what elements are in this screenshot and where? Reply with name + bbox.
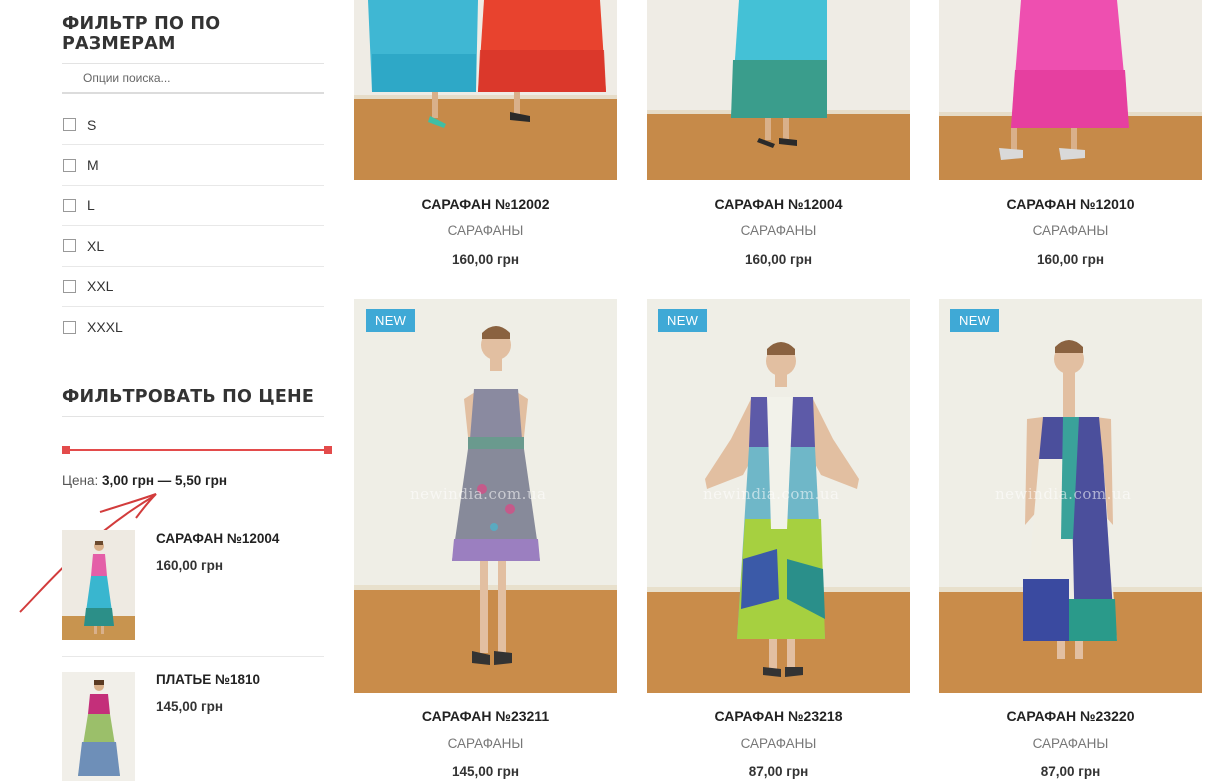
price-range-value: 3,00 грн — 5,50 грн — [101, 473, 228, 488]
new-badge: NEW — [658, 309, 708, 332]
size-option-xxl[interactable]: XXL — [62, 267, 324, 307]
product-category[interactable]: САРАФАНЫ — [354, 736, 617, 751]
price-slider-track[interactable] — [65, 449, 329, 451]
product-price: 87,00 грн — [748, 764, 809, 779]
product-image[interactable] — [354, 0, 617, 180]
price-range-readout: Цена: 3,00 грн — 5,50 грн — [62, 473, 227, 488]
product-category[interactable]: САРАФАНЫ — [647, 736, 910, 751]
size-checkbox[interactable] — [63, 320, 76, 334]
product-category[interactable]: САРАФАНЫ — [939, 223, 1202, 238]
size-label: L — [87, 197, 95, 214]
product-title[interactable]: САРАФАН №12010 — [939, 196, 1202, 212]
size-checkbox[interactable] — [63, 279, 76, 293]
product-price: 160,00 грн — [744, 252, 813, 267]
product-title[interactable]: САРАФАН №23211 — [354, 708, 617, 724]
side-product-name[interactable]: ПЛАТЬЕ №1810 — [156, 672, 260, 687]
size-label: S — [87, 116, 97, 133]
size-search-box[interactable] — [62, 64, 324, 94]
new-badge: NEW — [366, 309, 416, 332]
price-label: Цена: — [62, 473, 99, 488]
side-product-name[interactable]: САРАФАН №12004 — [156, 531, 279, 546]
size-checkbox[interactable] — [63, 118, 76, 132]
product-title[interactable]: САРАФАН №12004 — [647, 196, 910, 212]
product-image[interactable] — [939, 0, 1202, 180]
image-watermark: newindia.com.ua — [703, 485, 840, 503]
side-product-price: 160,00 грн — [156, 558, 224, 573]
product-price: 160,00 грн — [1036, 252, 1105, 267]
image-watermark: newindia.com.ua — [995, 485, 1132, 503]
side-product-divider — [62, 656, 324, 657]
size-option-l[interactable]: L — [62, 186, 324, 227]
size-checkbox[interactable] — [63, 158, 76, 172]
side-product-price: 145,00 грн — [156, 699, 224, 714]
size-filter-list: S M L XL XXL XXXL — [62, 105, 324, 347]
product-title[interactable]: САРАФАН №12002 — [354, 196, 617, 212]
product-image[interactable]: newindia.com.ua — [939, 299, 1202, 693]
size-label: XXL — [87, 278, 114, 295]
product-price: 87,00 грн — [1040, 764, 1101, 779]
product-title[interactable]: САРАФАН №23220 — [939, 708, 1202, 724]
size-option-m[interactable]: M — [62, 145, 324, 186]
size-label: XL — [87, 237, 105, 254]
size-checkbox[interactable] — [63, 239, 76, 253]
side-product-thumbnail[interactable] — [62, 530, 135, 640]
product-image[interactable]: newindia.com.ua — [647, 299, 910, 693]
product-price: 145,00 грн — [451, 764, 520, 779]
product-category[interactable]: САРАФАНЫ — [647, 223, 910, 238]
product-category[interactable]: САРАФАНЫ — [354, 223, 617, 238]
size-label: M — [87, 157, 99, 174]
product-price: 160,00 грн — [451, 252, 520, 267]
size-filter-title: ФИЛЬТР ПО ПО РАЗМЕРАМ — [62, 14, 324, 64]
product-image[interactable] — [647, 0, 910, 180]
size-label: XXXL — [87, 319, 123, 336]
size-option-xxxl[interactable]: XXXL — [62, 307, 324, 347]
size-search-input[interactable] — [62, 64, 324, 92]
price-slider-max-handle[interactable] — [324, 446, 332, 454]
size-option-xl[interactable]: XL — [62, 226, 324, 267]
product-category[interactable]: САРАФАНЫ — [939, 736, 1202, 751]
size-option-s[interactable]: S — [62, 105, 324, 146]
image-watermark: newindia.com.ua — [410, 485, 547, 503]
side-product-thumbnail[interactable] — [62, 672, 135, 781]
product-image[interactable]: newindia.com.ua — [354, 299, 617, 693]
price-filter-title: ФИЛЬТРОВАТЬ ПО ЦЕНЕ — [62, 387, 324, 417]
new-badge: NEW — [950, 309, 1000, 332]
size-checkbox[interactable] — [63, 198, 76, 212]
price-slider-min-handle[interactable] — [62, 446, 70, 454]
product-title[interactable]: САРАФАН №23218 — [647, 708, 910, 724]
